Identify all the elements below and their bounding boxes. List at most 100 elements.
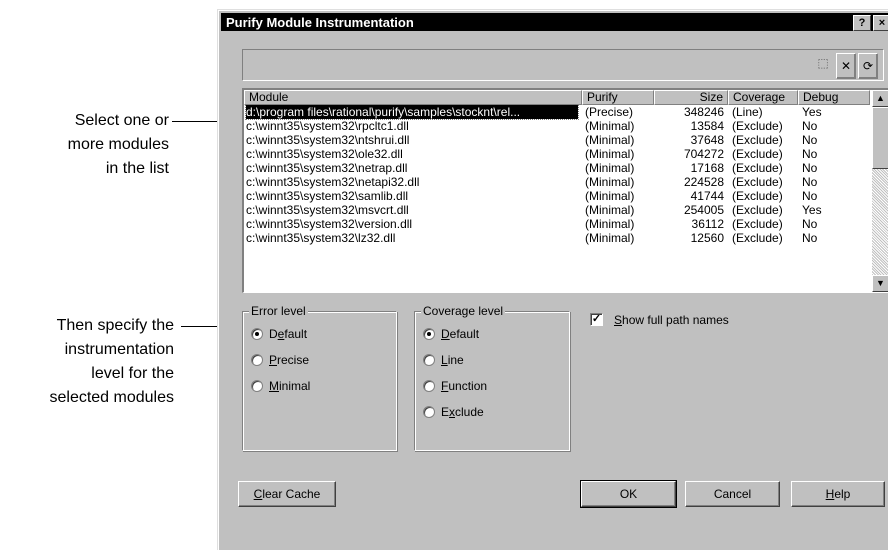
callout-specify-level: Then specify the instrumentation level f… (0, 314, 174, 410)
coverage-level-title: Coverage level (421, 304, 506, 318)
delete-icon[interactable]: ✕ (836, 53, 856, 79)
coverage-level-label: Line (441, 353, 464, 367)
callout-select-modules: Select one or more modules in the list (0, 109, 169, 181)
callout-line-4: selected modules (49, 389, 174, 406)
coverage-level-label: Function (441, 379, 488, 393)
error-level-label: Default (269, 327, 308, 341)
debug-cell: No (802, 217, 818, 231)
show-full-path-checkbox[interactable]: ✓ (590, 313, 603, 326)
size-cell: 224528 (683, 175, 724, 189)
module-cell: c:\winnt35\system32\ole32.dll (246, 147, 403, 161)
close-title-button[interactable]: × (873, 15, 888, 31)
scroll-up-button[interactable]: ▲ (872, 90, 888, 107)
debug-cell: No (802, 119, 818, 133)
error-level-radio[interactable] (251, 380, 263, 392)
coverage-cell: (Exclude) (732, 217, 783, 231)
module-cell: d:\program files\rational\purify\samples… (245, 104, 579, 120)
cancel-button[interactable]: Cancel (685, 481, 780, 507)
purify-module-instrumentation-dialog: Purify Module Instrumentation ? × ⬚ ✕ ⟳ … (217, 9, 888, 550)
show-full-path-label: Show full path names (614, 313, 729, 327)
coverage-cell: (Exclude) (732, 147, 783, 161)
table-row[interactable]: c:\winnt35\system32\msvcrt.dll (Minimal) 2… (244, 203, 870, 217)
coverage-level-label: Exclude (441, 405, 484, 419)
module-cell: c:\winnt35\system32\samlib.dll (246, 189, 409, 203)
table-row[interactable]: c:\winnt35\system32\lz32.dll (Minimal) 125… (244, 231, 870, 245)
module-cell: c:\winnt35\system32\netapi32.dll (246, 175, 420, 189)
ok-button[interactable]: OK (580, 480, 677, 508)
table-row[interactable]: d:\program files\rational\purify\samples… (244, 104, 870, 120)
coverage-cell: (Exclude) (732, 119, 783, 133)
coverage-cell: (Exclude) (732, 203, 783, 217)
error-level-radio[interactable] (251, 328, 263, 340)
debug-cell: No (802, 161, 818, 175)
size-cell: 37648 (690, 133, 724, 147)
coverage-cell: (Exclude) (732, 161, 783, 175)
show-full-path-option[interactable]: ✓ Show full path names (590, 312, 790, 328)
purify-cell: (Minimal) (585, 175, 635, 189)
coverage-level-radio[interactable] (423, 354, 435, 366)
size-cell: 17168 (690, 161, 724, 175)
scroll-down-button[interactable]: ▼ (872, 275, 888, 292)
table-row[interactable]: c:\winnt35\system32\netapi32.dll (Minimal… (244, 175, 870, 189)
table-row[interactable]: c:\winnt35\system32\netrap.dll (Minimal) 1… (244, 161, 870, 175)
module-cell: c:\winnt35\system32\netrap.dll (246, 161, 408, 175)
error-level-title: Error level (249, 304, 308, 318)
debug-cell: Yes (802, 105, 822, 119)
module-cell: c:\winnt35\system32\msvcrt.dll (246, 203, 409, 217)
column-header-module[interactable]: Module (244, 90, 582, 105)
module-cell: c:\winnt35\system32\ntshrui.dll (246, 133, 410, 147)
table-row[interactable]: c:\winnt35\system32\samlib.dll (Minimal) 4… (244, 189, 870, 203)
module-cell: c:\winnt35\system32\rpcltc1.dll (246, 119, 409, 133)
purify-cell: (Minimal) (585, 231, 635, 245)
column-header-size[interactable]: Size (654, 90, 728, 105)
refresh-icon[interactable]: ⟳ (858, 53, 878, 79)
window-title: Purify Module Instrumentation (226, 15, 414, 30)
column-header-coverage[interactable]: Coverage (728, 90, 798, 105)
callout-line-3: in the list (105, 160, 169, 177)
purify-cell: (Minimal) (585, 133, 635, 147)
coverage-level-radio[interactable] (423, 406, 435, 418)
help-button[interactable]: Help (791, 481, 885, 507)
debug-cell: No (802, 189, 818, 203)
table-row[interactable]: c:\winnt35\system32\rpcltc1.dll (Minimal)… (244, 119, 870, 133)
callout-line-2: more modules (67, 136, 169, 153)
table-row[interactable]: c:\winnt35\system32\version.dll (Minimal)… (244, 217, 870, 231)
module-list[interactable]: Module Purify Size Coverage Debug d:\pro… (242, 88, 888, 293)
callout-line-1: Select one or (74, 112, 169, 129)
new-icon[interactable]: ⬚ (813, 53, 833, 73)
size-cell: 36112 (691, 217, 724, 231)
debug-cell: No (802, 231, 818, 245)
scroll-thumb[interactable] (872, 107, 888, 169)
size-cell: 254005 (683, 203, 724, 217)
coverage-cell: (Line) (732, 105, 763, 119)
purify-cell: (Minimal) (585, 147, 635, 161)
list-header: Module Purify Size Coverage Debug (244, 90, 870, 105)
module-cell: c:\winnt35\system32\lz32.dll (246, 231, 396, 245)
table-row[interactable]: c:\winnt35\system32\ole32.dll (Minimal) 70… (244, 147, 870, 161)
coverage-level-label: Default (441, 327, 480, 341)
module-cell: c:\winnt35\system32\version.dll (246, 217, 413, 231)
coverage-cell: (Exclude) (732, 133, 783, 147)
purify-cell: (Minimal) (585, 119, 635, 133)
table-row[interactable]: c:\winnt35\system32\ntshrui.dll (Minimal)… (244, 133, 870, 147)
purify-cell: (Precise) (585, 105, 634, 119)
list-vertical-scrollbar[interactable]: ▲ ▼ (872, 90, 888, 292)
coverage-level-radio[interactable] (423, 380, 435, 392)
size-cell: 12560 (690, 231, 724, 245)
coverage-cell: (Exclude) (732, 175, 783, 189)
debug-cell: No (802, 133, 818, 147)
help-title-button[interactable]: ? (853, 15, 871, 31)
size-cell: 704272 (683, 147, 724, 161)
coverage-level-group: Coverage level Default Line Function Exclud… (414, 304, 570, 451)
coverage-level-radio[interactable] (423, 328, 435, 340)
error-level-radio[interactable] (251, 354, 263, 366)
callout-line-1: Then specify the (56, 317, 174, 334)
coverage-cell: (Exclude) (732, 189, 783, 203)
clear-cache-button[interactable]: Clear Cache (238, 481, 336, 507)
column-header-debug[interactable]: Debug (798, 90, 870, 105)
column-header-purify[interactable]: Purify (582, 90, 654, 105)
title-bar: Purify Module Instrumentation ? × (221, 13, 888, 31)
callout-line-3: level for the (91, 365, 174, 382)
error-level-label: Precise (269, 353, 310, 367)
purify-cell: (Minimal) (585, 217, 635, 231)
